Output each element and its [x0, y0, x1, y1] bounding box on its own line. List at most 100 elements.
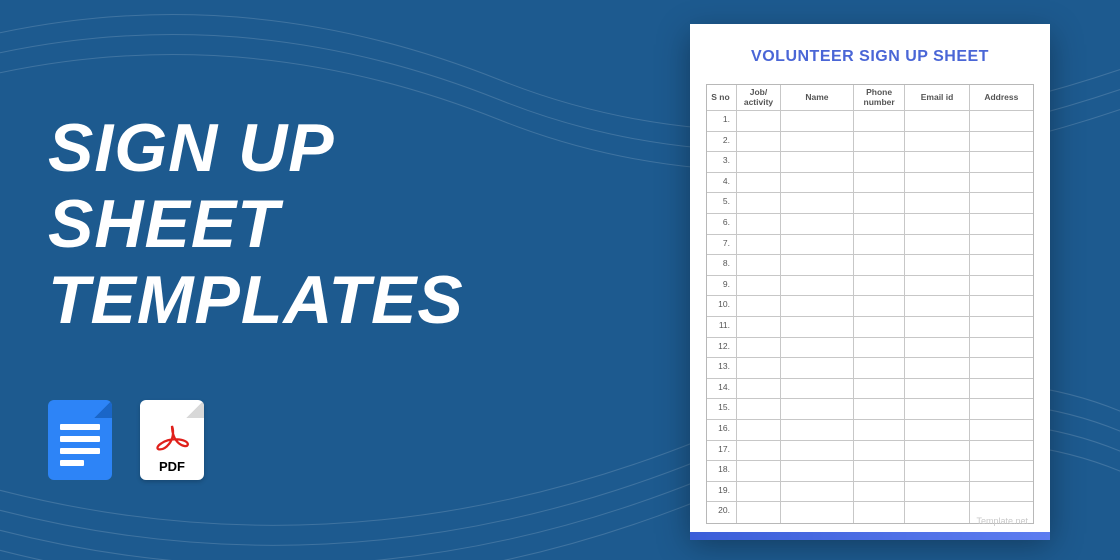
table-row: 13. — [707, 358, 1033, 379]
cell — [854, 441, 906, 462]
headline-line2: SHEET — [48, 186, 464, 262]
cell — [737, 214, 781, 235]
cell — [737, 420, 781, 441]
cell — [970, 296, 1033, 317]
cell — [970, 441, 1033, 462]
cell — [737, 193, 781, 214]
cell — [854, 379, 906, 400]
cell — [854, 399, 906, 420]
table-row: 2. — [707, 132, 1033, 153]
cell — [737, 358, 781, 379]
table-row: 3. — [707, 152, 1033, 173]
table-header-row: S no Job/ activity Name Phone number Ema… — [707, 85, 1033, 111]
cell — [854, 461, 906, 482]
cell: 1. — [707, 111, 737, 132]
cell: 11. — [707, 317, 737, 338]
cell — [905, 132, 969, 153]
cell — [737, 502, 781, 523]
cell — [737, 111, 781, 132]
cell: 9. — [707, 276, 737, 297]
sheet-title: VOLUNTEER SIGN UP SHEET — [706, 48, 1034, 66]
cell — [905, 276, 969, 297]
cell — [970, 193, 1033, 214]
col-email: Email id — [905, 85, 969, 111]
cell — [905, 193, 969, 214]
cell — [854, 173, 906, 194]
cell — [781, 441, 854, 462]
cell — [854, 338, 906, 359]
template-preview: VOLUNTEER SIGN UP SHEET S no Job/ activi… — [690, 24, 1050, 534]
table-row: 4. — [707, 173, 1033, 194]
signup-table: S no Job/ activity Name Phone number Ema… — [706, 84, 1034, 524]
cell — [970, 420, 1033, 441]
cell — [781, 152, 854, 173]
cell — [854, 255, 906, 276]
cell — [854, 235, 906, 256]
cell — [781, 399, 854, 420]
cell — [970, 173, 1033, 194]
cell — [905, 441, 969, 462]
cell — [970, 111, 1033, 132]
table-row: 12. — [707, 338, 1033, 359]
table-row: 5. — [707, 193, 1033, 214]
cell — [905, 482, 969, 503]
cell — [781, 317, 854, 338]
cell — [905, 399, 969, 420]
cell: 16. — [707, 420, 737, 441]
headline-line1: SIGN UP — [48, 110, 464, 186]
cell — [781, 502, 854, 523]
pdf-icon: PDF — [140, 400, 204, 480]
col-sno: S no — [707, 85, 737, 111]
cell — [737, 461, 781, 482]
cell — [781, 276, 854, 297]
cell — [854, 193, 906, 214]
cell — [970, 379, 1033, 400]
cell — [737, 482, 781, 503]
pdf-label: PDF — [159, 459, 185, 474]
cell — [854, 132, 906, 153]
cell — [781, 461, 854, 482]
doc-lines-icon — [60, 424, 100, 472]
filetype-icons: PDF — [48, 400, 204, 480]
cell — [737, 173, 781, 194]
cell — [905, 358, 969, 379]
cell — [737, 255, 781, 276]
col-addr: Address — [970, 85, 1033, 111]
cell — [737, 441, 781, 462]
table-row: 7. — [707, 235, 1033, 256]
cell: 15. — [707, 399, 737, 420]
cell: 20. — [707, 502, 737, 523]
cell — [737, 132, 781, 153]
cell — [905, 173, 969, 194]
cell: 2. — [707, 132, 737, 153]
cell: 8. — [707, 255, 737, 276]
cell: 6. — [707, 214, 737, 235]
table-row: 14. — [707, 379, 1033, 400]
cell — [737, 276, 781, 297]
cell: 4. — [707, 173, 737, 194]
table-row: 15. — [707, 399, 1033, 420]
cell: 7. — [707, 235, 737, 256]
cell: 18. — [707, 461, 737, 482]
col-phone: Phone number — [854, 85, 906, 111]
cell — [970, 132, 1033, 153]
cell — [781, 296, 854, 317]
cell — [737, 317, 781, 338]
table-row: 11. — [707, 317, 1033, 338]
cell — [970, 399, 1033, 420]
cell — [854, 111, 906, 132]
cell: 17. — [707, 441, 737, 462]
cell — [781, 379, 854, 400]
cell — [970, 235, 1033, 256]
cell — [737, 296, 781, 317]
cell — [970, 255, 1033, 276]
google-docs-icon — [48, 400, 112, 480]
cell — [781, 338, 854, 359]
headline: SIGN UP SHEET TEMPLATES — [48, 110, 464, 338]
page-fold-icon — [186, 400, 204, 418]
headline-line3: TEMPLATES — [48, 262, 464, 338]
cell: 10. — [707, 296, 737, 317]
cell — [905, 420, 969, 441]
table-row: 8. — [707, 255, 1033, 276]
cell — [970, 214, 1033, 235]
